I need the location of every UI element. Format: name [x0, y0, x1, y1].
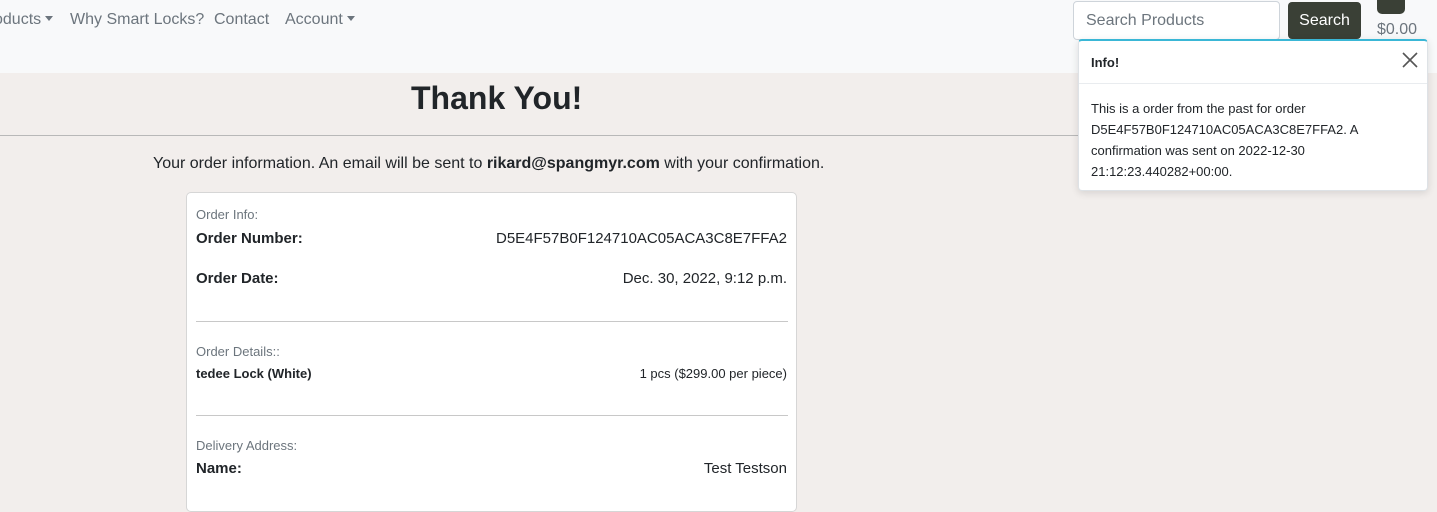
intro-suffix: with your confirmation. [659, 155, 825, 172]
order-number-value: D5E4F57B0F124710AC05ACA3C8E7FFA2 [495, 230, 787, 247]
order-date-label: Order Date: [196, 270, 279, 287]
delivery-address-label: Delivery Address: [196, 438, 298, 453]
nav-contact[interactable]: Contact [214, 11, 269, 29]
search-input[interactable] [1073, 1, 1280, 40]
card-divider [196, 321, 788, 322]
order-card: Order Info: Order Number: D5E4F57B0F1247… [186, 192, 797, 512]
intro-prefix: Your order information. An email will be… [153, 155, 487, 172]
order-details-label: Order Details:: [196, 344, 280, 359]
info-toast: Info! This is a order from the past for … [1078, 39, 1428, 191]
nav-account-dropdown[interactable]: Account [285, 11, 355, 29]
toast-body: This is a order from the past for order … [1091, 101, 1358, 179]
delivery-name-label: Name: [196, 460, 242, 477]
nav-products-dropdown[interactable]: oducts [0, 11, 54, 29]
nav-account-label: Account [285, 11, 343, 28]
nav-products-label: oducts [0, 11, 42, 28]
close-icon[interactable] [1401, 51, 1419, 69]
order-intro: Your order information. An email will be… [153, 155, 824, 173]
chevron-down-icon [346, 16, 355, 21]
search-button[interactable]: Search [1288, 2, 1361, 39]
order-item-quantity: 1 pcs ($299.00 per piece) [639, 366, 787, 381]
card-divider [196, 415, 788, 416]
order-number-label: Order Number: [196, 230, 303, 247]
page-title: Thank You! [411, 80, 583, 116]
cart-icon[interactable] [1377, 0, 1405, 14]
order-info-label: Order Info: [196, 207, 259, 222]
title-divider [0, 135, 1090, 136]
chevron-down-icon [45, 16, 54, 21]
delivery-name-value: Test Testson [703, 460, 787, 477]
cart-total[interactable]: $0.00 [1377, 21, 1417, 39]
order-date-value: Dec. 30, 2022, 9:12 p.m. [622, 270, 787, 287]
intro-email: rikard@spangmyr.com [486, 155, 660, 172]
nav-why-smart-locks[interactable]: Why Smart Locks? [70, 11, 204, 29]
order-item-name: tedee Lock (White) [196, 366, 312, 381]
toast-header: Info! [1079, 41, 1427, 84]
toast-title: Info! [1091, 55, 1120, 70]
